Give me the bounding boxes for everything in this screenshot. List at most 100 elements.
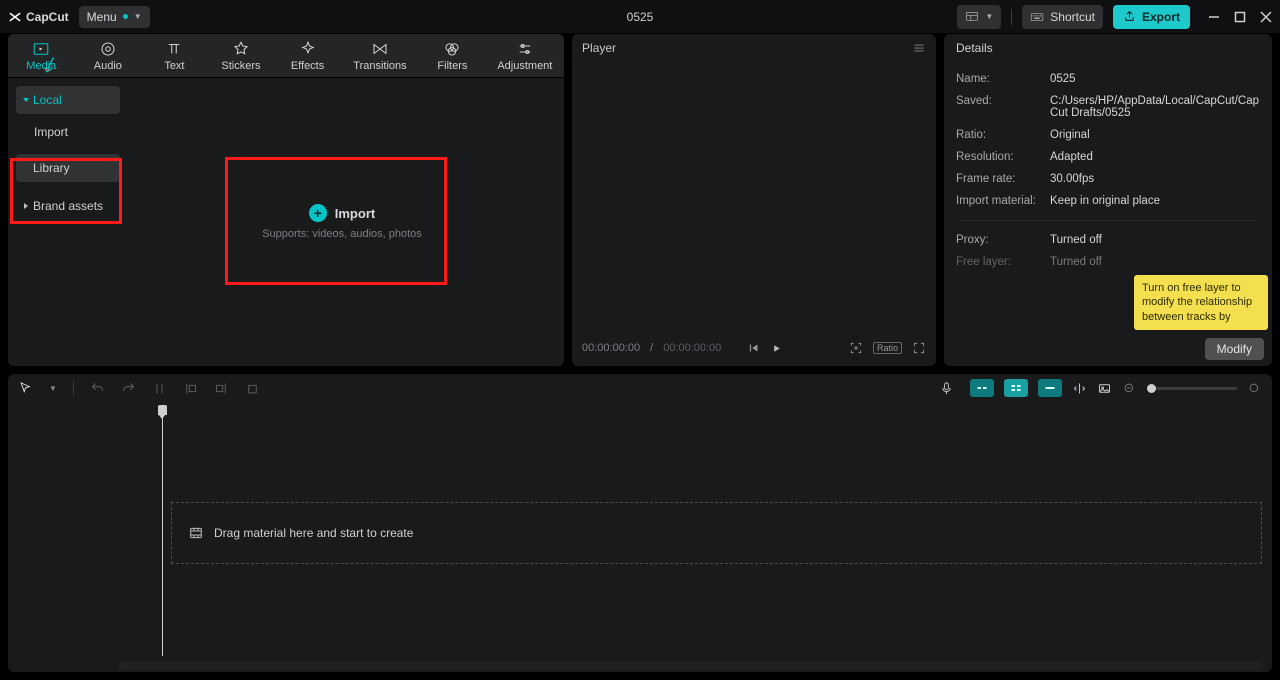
import-dropzone[interactable]: + Import Supports: videos, audios, photo… bbox=[230, 161, 454, 283]
tooltip-freelayer: Turn on free layer to modify the relatio… bbox=[1134, 275, 1268, 330]
close-button[interactable] bbox=[1260, 11, 1272, 23]
details-saved-key: Saved: bbox=[956, 95, 1050, 119]
menu-button[interactable]: Menu ▼ bbox=[79, 6, 150, 28]
media-main-area: + Import Supports: videos, audios, photo… bbox=[120, 78, 564, 366]
project-title: 0525 bbox=[627, 10, 654, 24]
undo-button[interactable] bbox=[90, 381, 105, 396]
focus-icon[interactable] bbox=[849, 341, 863, 355]
fullscreen-icon[interactable] bbox=[912, 341, 926, 355]
details-resolution-value: Adapted bbox=[1050, 151, 1260, 163]
zoom-slider[interactable] bbox=[1147, 387, 1237, 390]
tab-filters[interactable]: Filters bbox=[419, 34, 486, 78]
tab-stickers[interactable]: Stickers bbox=[208, 34, 275, 78]
timeline-dropzone[interactable]: Drag material here and start to create bbox=[171, 502, 1262, 564]
tab-effects[interactable]: Effects bbox=[274, 34, 341, 78]
zoom-fit-icon[interactable] bbox=[1247, 381, 1262, 396]
play-button[interactable] bbox=[771, 343, 782, 354]
timeline-drop-hint: Drag material here and start to create bbox=[214, 526, 413, 540]
details-proxy-key: Proxy: bbox=[956, 234, 1050, 246]
delete-right-button[interactable] bbox=[214, 381, 229, 396]
media-tabs: Media Audio Text Stickers Effects bbox=[8, 34, 564, 78]
chevron-down-icon: ▼ bbox=[134, 12, 142, 21]
timeline-scrollbar[interactable] bbox=[118, 662, 1262, 670]
cover-button[interactable] bbox=[1097, 381, 1112, 396]
titlebar: CapCut Menu ▼ 0525 ▼ Shortcut Export bbox=[0, 0, 1280, 34]
sidebar-item-brand-assets[interactable]: Brand assets bbox=[16, 192, 120, 220]
shortcut-label: Shortcut bbox=[1050, 10, 1095, 24]
sidebar-item-library[interactable]: Library bbox=[16, 154, 120, 182]
details-title: Details bbox=[944, 34, 1272, 62]
player-menu-icon[interactable] bbox=[912, 41, 926, 55]
details-freelayer-key: Free layer: bbox=[956, 256, 1050, 268]
record-voiceover-button[interactable] bbox=[939, 381, 954, 396]
details-fps-key: Frame rate: bbox=[956, 173, 1050, 185]
timeline-panel: ▼ Drag material here and start to create bbox=[8, 374, 1272, 672]
redo-button[interactable] bbox=[121, 381, 136, 396]
export-label: Export bbox=[1142, 10, 1180, 24]
player-controls: 00:00:00:00 / 00:00:00:00 Ratio bbox=[572, 334, 936, 362]
split-button[interactable] bbox=[152, 381, 167, 396]
menu-dot-icon bbox=[123, 14, 128, 19]
media-panel: Media Audio Text Stickers Effects bbox=[8, 34, 564, 366]
details-resolution-key: Resolution: bbox=[956, 151, 1050, 163]
tab-transitions-label: Transitions bbox=[353, 60, 406, 72]
sidebar-item-import[interactable]: Import bbox=[16, 118, 120, 146]
tab-text-label: Text bbox=[164, 60, 184, 72]
tab-effects-label: Effects bbox=[291, 60, 324, 72]
tab-adjustment[interactable]: Adjustment bbox=[486, 34, 564, 78]
window-controls bbox=[1208, 11, 1272, 23]
shortcut-button[interactable]: Shortcut bbox=[1022, 5, 1103, 29]
delete-button[interactable] bbox=[245, 381, 260, 396]
tab-media[interactable]: Media bbox=[8, 34, 75, 78]
preview-axis-button[interactable] bbox=[1072, 381, 1087, 396]
playhead[interactable] bbox=[162, 405, 163, 656]
time-current: 00:00:00:00 bbox=[582, 342, 640, 354]
prev-frame-button[interactable] bbox=[747, 341, 761, 355]
sidebar-local-label: Local bbox=[33, 93, 62, 107]
tab-audio[interactable]: Audio bbox=[75, 34, 142, 78]
zoom-slider-thumb[interactable] bbox=[1147, 384, 1156, 393]
app-name: CapCut bbox=[26, 10, 69, 24]
details-panel: Details Name:0525 Saved:C:/Users/HP/AppD… bbox=[944, 34, 1272, 366]
modify-label: Modify bbox=[1217, 342, 1252, 356]
magnet-auto-snap-button[interactable] bbox=[1004, 379, 1028, 397]
sidebar-item-local[interactable]: Local bbox=[16, 86, 120, 114]
tab-stickers-label: Stickers bbox=[221, 60, 260, 72]
layout-button[interactable]: ▼ bbox=[957, 5, 1001, 29]
modify-button[interactable]: Modify bbox=[1205, 338, 1264, 360]
titlebar-right: ▼ Shortcut Export bbox=[957, 5, 1272, 29]
maximize-button[interactable] bbox=[1234, 11, 1246, 23]
tool-chevron-down-icon[interactable]: ▼ bbox=[49, 384, 57, 393]
magnet-link-button[interactable] bbox=[1038, 379, 1062, 397]
details-name-key: Name: bbox=[956, 73, 1050, 85]
player-panel: Player 00:00:00:00 / 00:00:00:00 Ratio bbox=[572, 34, 936, 366]
selection-tool[interactable] bbox=[18, 381, 33, 396]
details-importmat-value: Keep in original place bbox=[1050, 195, 1260, 207]
minimize-button[interactable] bbox=[1208, 11, 1220, 23]
import-title: Import bbox=[335, 206, 375, 221]
tab-transitions[interactable]: Transitions bbox=[341, 34, 419, 78]
delete-left-button[interactable] bbox=[183, 381, 198, 396]
magnet-main-track-button[interactable] bbox=[970, 379, 994, 397]
details-proxy-value: Turned off bbox=[1050, 234, 1260, 246]
details-fps-value: 30.00fps bbox=[1050, 173, 1260, 185]
tab-text[interactable]: Text bbox=[141, 34, 208, 78]
timeline-toolbar: ▼ bbox=[8, 374, 1272, 402]
tab-adjustment-label: Adjustment bbox=[497, 60, 552, 72]
details-importmat-key: Import material: bbox=[956, 195, 1050, 207]
details-saved-value: C:/Users/HP/AppData/Local/CapCut/CapCut … bbox=[1050, 95, 1260, 119]
time-total: 00:00:00:00 bbox=[663, 342, 721, 354]
app-logo: CapCut bbox=[8, 10, 69, 24]
timeline-body[interactable]: Drag material here and start to create bbox=[8, 402, 1272, 672]
sidebar-brand-label: Brand assets bbox=[33, 199, 103, 213]
import-subtitle: Supports: videos, audios, photos bbox=[262, 228, 422, 240]
export-button[interactable]: Export bbox=[1113, 5, 1190, 29]
player-header: Player bbox=[572, 34, 936, 62]
ratio-button[interactable]: Ratio bbox=[873, 342, 902, 354]
zoom-out-icon[interactable] bbox=[1122, 381, 1137, 396]
player-title: Player bbox=[582, 41, 616, 55]
film-icon bbox=[188, 525, 204, 541]
details-body: Name:0525 Saved:C:/Users/HP/AppData/Loca… bbox=[944, 62, 1272, 273]
sidebar-import-label: Import bbox=[34, 125, 68, 139]
tab-audio-label: Audio bbox=[94, 60, 122, 72]
